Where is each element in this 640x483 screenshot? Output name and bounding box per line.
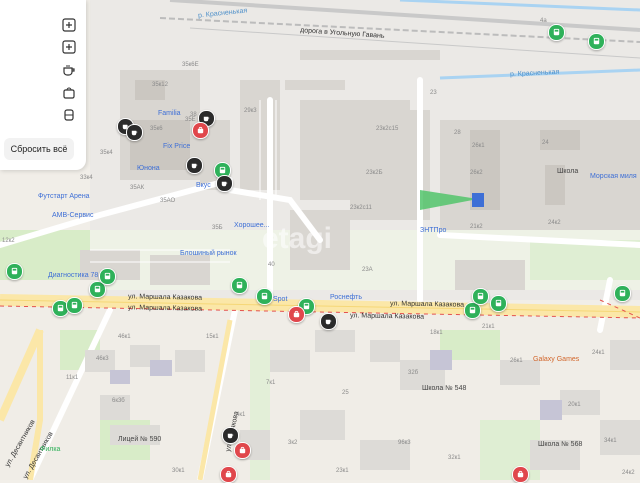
shop-pin[interactable] [512, 466, 529, 483]
poi-futstart[interactable]: Футстарт Арена [38, 193, 90, 200]
building-number: 35к12 [152, 82, 168, 88]
shop-filter-icon[interactable] [60, 84, 78, 102]
poi-yunona[interactable]: Юнона [137, 165, 160, 172]
cafe-pin[interactable] [126, 124, 143, 141]
building-number: 30к1 [172, 468, 185, 474]
building-number: 18к1 [430, 330, 443, 336]
filter-panel: Сбросить всё [0, 0, 86, 170]
reset-filters-button[interactable]: Сбросить всё [4, 138, 74, 160]
street-label-marshala-1: ул. Маршала Казакова [127, 293, 203, 302]
transport-filter-icon[interactable] [60, 106, 78, 124]
poi-filka[interactable]: Филка [40, 446, 60, 453]
bus-stop-pin[interactable] [614, 285, 631, 302]
building-number: 26к1 [510, 358, 523, 364]
building-number: 11к1 [66, 375, 79, 381]
building-number: 35АК [130, 185, 145, 191]
building-number: 23к1 [336, 468, 349, 474]
building-number: 24 [542, 140, 549, 146]
building-number: 25 [342, 390, 349, 396]
shop-pin[interactable] [192, 122, 209, 139]
building-number: 35АО [160, 198, 176, 204]
cafe-pin[interactable] [216, 175, 233, 192]
building-number: 21к1 [482, 324, 495, 330]
building-number: 28 [454, 130, 461, 136]
building-number: 23к2с15 [376, 126, 399, 132]
poi-diag[interactable]: Диагностика 78 [48, 272, 98, 279]
poi-fixprice[interactable]: Fix Price [163, 143, 190, 150]
building-number: 32к1 [448, 455, 461, 461]
building-number: 46к1 [118, 334, 131, 340]
building-number: 23А [362, 267, 373, 273]
building-number: 33к4 [80, 175, 93, 181]
poi-vkus[interactable]: Вкус [196, 182, 211, 189]
building-number: 26к1 [472, 143, 485, 149]
bus-stop-pin[interactable] [6, 263, 23, 280]
building-number: 3к2 [288, 440, 298, 446]
building-number: 12к2 [2, 238, 15, 244]
building-number: 96к3 [398, 440, 411, 446]
watermark: etagi [262, 222, 333, 255]
building-number: 35к6Е [182, 62, 199, 68]
poi-shkola568[interactable]: Школа № 568 [538, 441, 582, 448]
building-number: 29к3 [244, 108, 257, 114]
building-number: 35Б [212, 225, 223, 231]
bus-stop-pin[interactable] [588, 33, 605, 50]
poi-amv[interactable]: АМВ-Сервис [52, 212, 93, 219]
poi-shkola[interactable]: Школа [557, 168, 578, 175]
bus-stop-pin[interactable] [548, 24, 565, 41]
street-label-marshala-3: ул. Маршала Казакова [389, 300, 465, 309]
building-number: 35к6 [150, 126, 163, 132]
layer-toggle-plus-icon[interactable] [60, 16, 78, 34]
shop-pin[interactable] [234, 442, 251, 459]
poi-morskaya[interactable]: Морская миля [590, 173, 637, 180]
building-number: 46к3 [96, 356, 109, 362]
poi-galaxy[interactable]: Galaxy Games [533, 356, 579, 363]
poi-licey590[interactable]: Лицей № 590 [118, 436, 161, 443]
building-number: 23 [430, 90, 437, 96]
shop-pin[interactable] [220, 466, 237, 483]
poi-ztn[interactable]: ЗНТПро [420, 227, 446, 234]
cafe-pin[interactable] [222, 427, 239, 444]
building-number: 7к1 [266, 380, 276, 386]
building-number: 23к2Б [366, 170, 383, 176]
building-number: 21к2 [470, 224, 483, 230]
bus-stop-pin[interactable] [472, 288, 489, 305]
street-label-marshala-2: ул. Маршала Казакова [127, 304, 203, 313]
building-number: 35к4 [100, 150, 113, 156]
building-number: 40 [268, 262, 275, 268]
cafe-filter-icon[interactable] [60, 61, 78, 79]
building-number: 20к1 [568, 402, 581, 408]
building-number: 32б [408, 370, 419, 376]
poi-rosneft[interactable]: Роснефть [330, 294, 362, 301]
building-number: 26к2 [470, 170, 483, 176]
building-number: 24к1 [592, 350, 605, 356]
bus-stop-pin[interactable] [99, 268, 116, 285]
bus-stop-pin[interactable] [66, 297, 83, 314]
street-label-marshala-4: ул. Маршала Казакова [349, 312, 425, 321]
shop-pin[interactable] [288, 306, 305, 323]
building-number: 24к2 [548, 220, 561, 226]
building-number: 4a [540, 18, 547, 24]
building-number: 4к1 [236, 412, 246, 418]
poi-school548[interactable]: Школа № 548 [422, 385, 466, 392]
building-number: 15к1 [206, 334, 219, 340]
bus-stop-pin[interactable] [256, 288, 273, 305]
poi-sport[interactable]: Spot [273, 296, 287, 303]
layer-toggle-plus-icon-2[interactable] [60, 38, 78, 56]
bus-stop-pin[interactable] [490, 295, 507, 312]
cafe-pin[interactable] [320, 313, 337, 330]
building-number: 23к2с11 [350, 205, 372, 211]
building-number: 6к3б [112, 398, 125, 404]
poi-familia[interactable]: Familia [158, 110, 181, 117]
cafe-pin[interactable] [186, 157, 203, 174]
poi-blosh[interactable]: Блошиный рынок [180, 250, 237, 257]
building-number: 34к1 [604, 438, 617, 444]
building-number: 24к2 [622, 470, 635, 476]
bus-stop-pin[interactable] [231, 277, 248, 294]
building-number: 38 [190, 112, 197, 118]
